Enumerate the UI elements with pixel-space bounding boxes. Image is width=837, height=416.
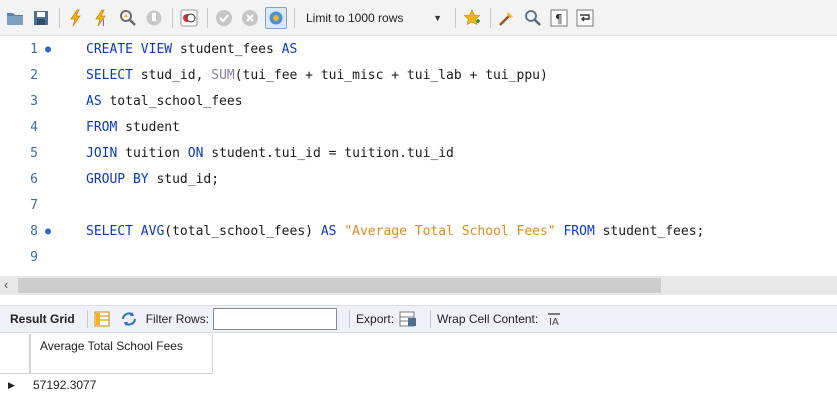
code-line[interactable]: 4 FROM student bbox=[0, 114, 837, 140]
execute-icon[interactable] bbox=[65, 7, 87, 29]
statement-marker-icon: ● bbox=[44, 225, 52, 237]
scrollbar-thumb[interactable] bbox=[18, 278, 661, 293]
current-row-arrow-icon: ▶ bbox=[8, 379, 15, 390]
horizontal-scrollbar[interactable]: ‹ bbox=[0, 276, 837, 295]
line-number: 7 bbox=[30, 197, 38, 213]
code-line[interactable]: 8 ● SELECT AVG(total_school_fees) AS "Av… bbox=[0, 218, 837, 244]
chevron-down-icon: ▼ bbox=[433, 12, 442, 23]
line-number: 9 bbox=[30, 249, 38, 265]
commit-icon[interactable] bbox=[213, 7, 235, 29]
wrap-cell-icon[interactable]: IA bbox=[546, 311, 562, 327]
toggle-error-icon[interactable] bbox=[178, 7, 200, 29]
code-line[interactable]: 1 ● CREATE VIEW student_fees AS bbox=[0, 36, 837, 62]
code-text: FROM student bbox=[86, 119, 180, 135]
line-number: 6 bbox=[30, 171, 38, 187]
toolbar-separator bbox=[59, 7, 60, 28]
rollback-icon[interactable] bbox=[239, 7, 261, 29]
grid-view-icon[interactable] bbox=[94, 311, 110, 327]
limit-rows-dropdown[interactable]: Limit to 1000 rows ▼ bbox=[300, 7, 448, 29]
result-grid[interactable]: Average Total School Fees ▶ 57192.3077 bbox=[0, 334, 837, 416]
code-line[interactable]: 5 JOIN tuition ON student.tui_id = tuiti… bbox=[0, 140, 837, 166]
limit-rows-label: Limit to 1000 rows bbox=[306, 10, 404, 25]
stop-icon[interactable] bbox=[143, 7, 165, 29]
toolbar-separator bbox=[455, 7, 456, 28]
find-icon[interactable] bbox=[522, 7, 544, 29]
svg-text:IA: IA bbox=[549, 317, 559, 327]
save-icon[interactable] bbox=[30, 7, 52, 29]
code-text: AS total_school_fees bbox=[86, 93, 243, 109]
beautify-icon[interactable] bbox=[496, 7, 518, 29]
execute-current-icon[interactable]: I bbox=[91, 7, 113, 29]
code-text: CREATE VIEW student_fees AS bbox=[86, 41, 298, 57]
wrap-icon[interactable] bbox=[574, 7, 596, 29]
sql-editor-toolbar: I Limit to 1000 rows ▼ ¶ bbox=[0, 0, 837, 36]
line-number: 5 bbox=[30, 145, 38, 161]
autocommit-icon[interactable] bbox=[265, 6, 287, 29]
filter-rows-label: Filter Rows: bbox=[145, 312, 210, 326]
scroll-left-icon[interactable]: ‹ bbox=[4, 277, 8, 292]
toolbar-separator bbox=[172, 7, 173, 28]
line-number: 4 bbox=[30, 119, 38, 135]
statement-marker-icon: ● bbox=[44, 43, 52, 55]
code-line[interactable]: 2 SELECT stud_id, SUM(tui_fee + tui_misc… bbox=[0, 62, 837, 88]
code-text: SELECT stud_id, SUM(tui_fee + tui_misc +… bbox=[86, 67, 548, 83]
export-icon[interactable] bbox=[398, 310, 418, 328]
toolbar-separator bbox=[207, 7, 208, 28]
toolbar-separator bbox=[430, 310, 432, 328]
line-number: 1 bbox=[30, 41, 38, 57]
invisible-chars-icon[interactable]: ¶ bbox=[548, 7, 570, 29]
code-text: JOIN tuition ON student.tui_id = tuition… bbox=[86, 145, 454, 161]
favorite-icon[interactable] bbox=[461, 7, 483, 29]
column-header[interactable]: Average Total School Fees bbox=[30, 334, 213, 374]
refresh-icon[interactable] bbox=[120, 311, 138, 327]
table-cell[interactable]: 57192.3077 bbox=[30, 375, 213, 395]
code-line[interactable]: 6 GROUP BY stud_id; bbox=[0, 166, 837, 192]
svg-text:I: I bbox=[102, 19, 105, 27]
row-header-corner bbox=[0, 334, 30, 374]
result-grid-tab[interactable]: Result Grid bbox=[10, 312, 75, 326]
code-line[interactable]: 7 bbox=[0, 192, 837, 218]
export-label: Export: bbox=[356, 312, 395, 326]
toolbar-separator bbox=[294, 7, 295, 28]
code-text: SELECT AVG(total_school_fees) AS "Averag… bbox=[86, 223, 705, 239]
wrap-cell-content-label: Wrap Cell Content: bbox=[437, 312, 539, 326]
toolbar-separator bbox=[349, 310, 351, 328]
filter-rows-input[interactable] bbox=[213, 308, 338, 330]
explain-icon[interactable] bbox=[117, 7, 139, 29]
code-line[interactable]: 3 AS total_school_fees bbox=[0, 88, 837, 114]
toolbar-separator bbox=[490, 7, 491, 28]
toolbar-separator bbox=[86, 310, 88, 328]
svg-text:¶: ¶ bbox=[555, 12, 563, 26]
open-folder-icon[interactable] bbox=[4, 7, 26, 29]
code-line[interactable]: 9 bbox=[0, 244, 837, 270]
table-row[interactable]: ▶ 57192.3077 bbox=[0, 375, 837, 395]
sql-editor[interactable]: 1 ● CREATE VIEW student_fees AS 2 SELECT… bbox=[0, 36, 837, 276]
code-text: GROUP BY stud_id; bbox=[86, 171, 220, 187]
line-number: 3 bbox=[30, 93, 38, 109]
line-number: 8 bbox=[30, 223, 38, 239]
result-toolbar: Result Grid Filter Rows: Export: Wrap Ce… bbox=[0, 305, 837, 333]
line-number: 2 bbox=[30, 67, 38, 83]
